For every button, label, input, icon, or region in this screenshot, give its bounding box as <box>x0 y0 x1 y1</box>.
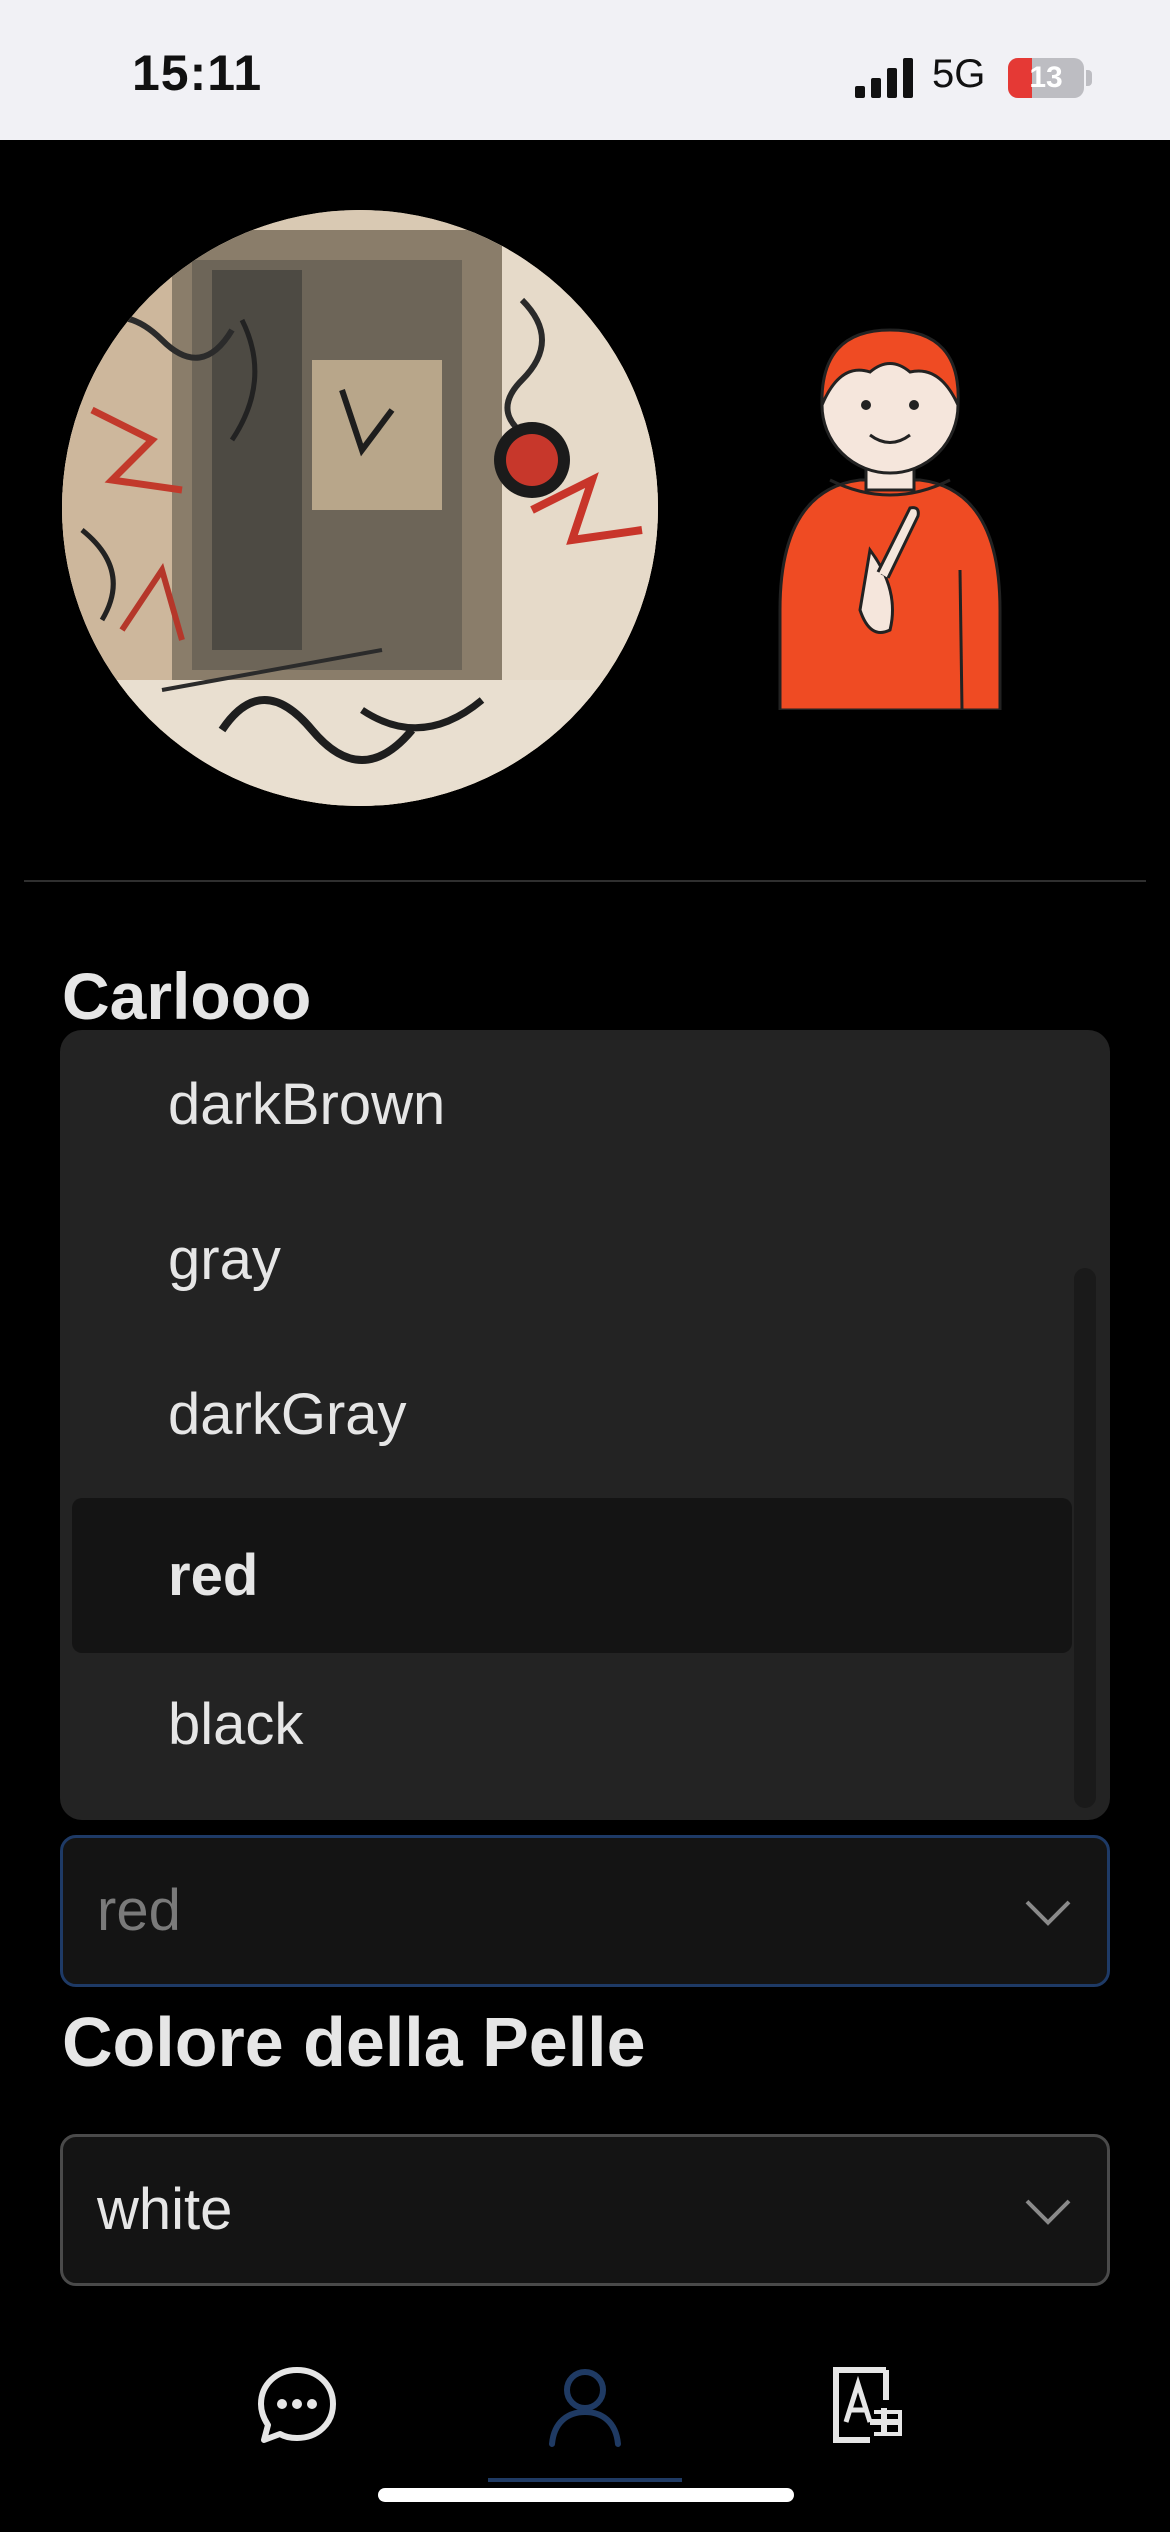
person-icon[interactable] <box>540 2360 630 2450</box>
dropdown-option-black[interactable]: black <box>72 1647 1072 1802</box>
hair-color-dropdown-list: darkBrown gray darkGray red black <box>60 1030 1110 1820</box>
chat-bubble-icon[interactable] <box>252 2360 342 2450</box>
dropdown-scrollbar[interactable] <box>1074 1268 1096 1808</box>
profile-photo-image <box>62 210 658 806</box>
chevron-down-icon <box>1025 2199 1071 2225</box>
status-time: 15:11 <box>132 45 263 101</box>
chevron-down-icon <box>1025 1900 1071 1926</box>
cellular-signal-icon <box>855 58 913 98</box>
skin-color-select[interactable]: white <box>60 2134 1110 2286</box>
battery-icon: 13 <box>1008 58 1092 98</box>
dropdown-option-darkgray[interactable]: darkGray <box>72 1337 1072 1492</box>
battery-level: 13 <box>1029 61 1063 94</box>
divider <box>24 880 1146 882</box>
dropdown-option-red[interactable]: red <box>72 1498 1072 1653</box>
network-type: 5G <box>932 52 986 96</box>
hair-color-value: red <box>97 1878 181 1943</box>
person-pointing-self-icon <box>778 328 1002 710</box>
active-tab-indicator <box>488 2478 682 2482</box>
home-indicator <box>378 2488 794 2502</box>
status-bar: 15:11 5G 13 <box>0 0 1170 140</box>
skin-color-label: Colore della Pelle <box>62 2003 646 2081</box>
skin-color-value: white <box>97 2177 233 2242</box>
translate-icon[interactable] <box>826 2360 916 2450</box>
username: Carlooo <box>62 959 312 1033</box>
hair-color-select[interactable]: red <box>60 1835 1110 1987</box>
dropdown-option-gray[interactable]: gray <box>72 1182 1072 1337</box>
profile-photo[interactable] <box>62 210 658 806</box>
dropdown-option-darkbrown[interactable]: darkBrown <box>72 1030 1072 1182</box>
